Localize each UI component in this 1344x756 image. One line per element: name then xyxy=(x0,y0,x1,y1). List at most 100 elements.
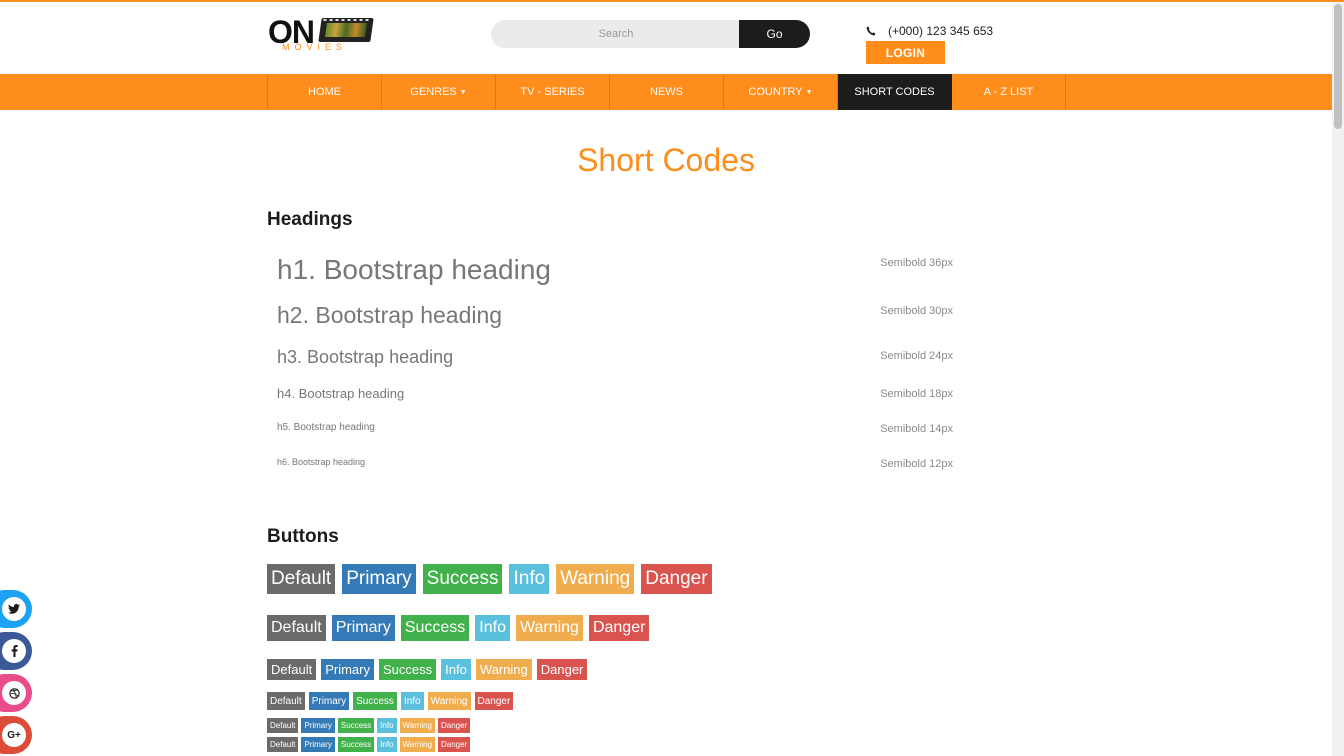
success-button[interactable]: Success xyxy=(378,659,437,680)
film-strip-icon xyxy=(318,18,374,42)
warning-button[interactable]: Warning xyxy=(556,564,635,594)
primary-button[interactable]: Primary xyxy=(308,692,350,710)
success-button[interactable]: Success xyxy=(400,615,470,641)
headings-section-title: Headings xyxy=(267,209,353,230)
default-button[interactable]: Default xyxy=(267,737,299,752)
heading-sample-text: h3. Bootstrap heading xyxy=(277,347,454,367)
nav-item-news[interactable]: NEWS xyxy=(610,74,724,110)
contact-phone: (+000) 123 345 653 xyxy=(866,24,993,38)
heading-row-h4: h4. Bootstrap heading Semibold 18px xyxy=(277,386,953,404)
heading-spec-note: Semibold 24px xyxy=(880,350,953,362)
default-button[interactable]: Default xyxy=(267,564,336,594)
nav-item-genres[interactable]: GENRES ▼ xyxy=(382,74,496,110)
caret-down-icon: ▼ xyxy=(805,88,813,96)
heading-spec-note: Semibold 14px xyxy=(880,423,953,435)
page-title: Short Codes xyxy=(577,142,755,178)
search-input[interactable] xyxy=(491,20,741,48)
primary-button[interactable]: Primary xyxy=(301,718,335,733)
primary-button[interactable]: Primary xyxy=(301,737,335,752)
info-button[interactable]: Info xyxy=(441,659,471,680)
nav-item-country[interactable]: COUNTRY ▼ xyxy=(724,74,838,110)
phone-number: (+000) 123 345 653 xyxy=(888,24,994,38)
heading-sample-text: h6. Bootstrap heading xyxy=(277,457,366,467)
facebook-icon xyxy=(2,639,26,663)
heading-row-h5: h5. Bootstrap heading Semibold 14px xyxy=(277,422,953,436)
danger-button[interactable]: Danger xyxy=(438,718,471,733)
danger-button[interactable]: Danger xyxy=(438,737,471,752)
nav-item-label: COUNTRY xyxy=(748,86,803,98)
nav-item-label: A - Z LIST xyxy=(983,86,1034,98)
heading-spec-note: Semibold 12px xyxy=(880,458,953,470)
success-button[interactable]: Success xyxy=(422,564,503,594)
google-plus-share-button[interactable]: G+ xyxy=(0,716,32,754)
heading-row-h2: h2. Bootstrap heading Semibold 30px xyxy=(277,302,953,332)
success-button[interactable]: Success xyxy=(337,718,375,733)
heading-row-h3: h3. Bootstrap heading Semibold 24px xyxy=(277,347,953,371)
caret-down-icon: ▼ xyxy=(459,88,467,96)
button-row-medium: Default Primary Success Info Warning Dan… xyxy=(267,659,588,680)
default-button[interactable]: Default xyxy=(267,615,326,641)
primary-button[interactable]: Primary xyxy=(321,659,374,680)
info-button[interactable]: Info xyxy=(400,692,424,710)
button-row-large: Default Primary Success Info Warning Dan… xyxy=(267,564,712,594)
nav-item-label: HOME xyxy=(308,86,341,98)
nav-item-label: TV - SERIES xyxy=(520,86,585,98)
heading-spec-note: Semibold 30px xyxy=(880,305,953,317)
danger-button[interactable]: Danger xyxy=(588,615,650,641)
nav-item-label: SHORT CODES xyxy=(854,86,935,98)
heading-spec-note: Semibold 36px xyxy=(880,257,953,269)
warning-button[interactable]: Warning xyxy=(399,718,435,733)
danger-button[interactable]: Danger xyxy=(474,692,514,710)
success-button[interactable]: Success xyxy=(337,737,375,752)
info-button[interactable]: Info xyxy=(475,615,510,641)
info-button[interactable]: Info xyxy=(377,737,397,752)
site-logo[interactable]: ON MOVIES xyxy=(268,16,374,54)
nav-item-tv-series[interactable]: TV - SERIES xyxy=(496,74,610,110)
nav-item-short-codes[interactable]: SHORT CODES xyxy=(838,74,952,110)
phone-icon xyxy=(866,26,876,36)
buttons-section-title: Buttons xyxy=(267,526,339,547)
heading-sample-text: h5. Bootstrap heading xyxy=(277,422,375,433)
site-header: ON MOVIES Go (+000) 123 345 653 LOGIN xyxy=(0,2,1332,74)
info-button[interactable]: Info xyxy=(509,564,550,594)
info-button[interactable]: Info xyxy=(377,718,397,733)
button-row-medium-large: Default Primary Success Info Warning Dan… xyxy=(267,615,650,641)
default-button[interactable]: Default xyxy=(267,659,317,680)
scrollbar-thumb[interactable] xyxy=(1334,4,1342,129)
search-go-button[interactable]: Go xyxy=(739,20,810,48)
heading-sample-text: h4. Bootstrap heading xyxy=(277,386,405,401)
nav-item-a-z-list[interactable]: A - Z LIST xyxy=(952,74,1066,110)
dribbble-share-button[interactable] xyxy=(0,674,32,712)
warning-button[interactable]: Warning xyxy=(399,737,435,752)
nav-item-home[interactable]: HOME xyxy=(268,74,382,110)
nav-item-label: GENRES xyxy=(410,86,457,98)
warning-button[interactable]: Warning xyxy=(475,659,532,680)
heading-row-h6: h6. Bootstrap heading Semibold 12px xyxy=(277,457,953,471)
login-button[interactable]: LOGIN xyxy=(866,41,945,64)
main-nav: HOME GENRES ▼ TV - SERIES NEWS COUNTRY ▼ S… xyxy=(0,74,1332,110)
warning-button[interactable]: Warning xyxy=(427,692,471,710)
primary-button[interactable]: Primary xyxy=(331,615,395,641)
heading-row-h1: h1. Bootstrap heading Semibold 36px xyxy=(277,254,953,290)
button-row-small: Default Primary Success Info Warning Dan… xyxy=(267,692,514,710)
button-row-extra-small: Default Primary Success Info Warning Dan… xyxy=(267,718,471,733)
twitter-share-button[interactable] xyxy=(0,590,32,628)
default-button[interactable]: Default xyxy=(267,718,299,733)
primary-button[interactable]: Primary xyxy=(342,564,416,594)
logo-sub-text: MOVIES xyxy=(282,42,348,52)
success-button[interactable]: Success xyxy=(353,692,397,710)
twitter-icon xyxy=(2,597,26,621)
nav-item-label: NEWS xyxy=(650,86,683,98)
danger-button[interactable]: Danger xyxy=(641,564,712,594)
heading-sample-text: h1. Bootstrap heading xyxy=(277,254,551,285)
warning-button[interactable]: Warning xyxy=(515,615,583,641)
page-scrollbar[interactable] xyxy=(1332,2,1344,756)
dribbble-icon xyxy=(2,681,26,705)
facebook-share-button[interactable] xyxy=(0,632,32,670)
search-form: Go xyxy=(491,20,810,48)
button-row-extra-small-alt: Default Primary Success Info Warning Dan… xyxy=(267,737,471,752)
heading-spec-note: Semibold 18px xyxy=(880,388,953,400)
default-button[interactable]: Default xyxy=(267,692,305,710)
danger-button[interactable]: Danger xyxy=(536,659,588,680)
google-plus-icon: G+ xyxy=(2,723,26,747)
